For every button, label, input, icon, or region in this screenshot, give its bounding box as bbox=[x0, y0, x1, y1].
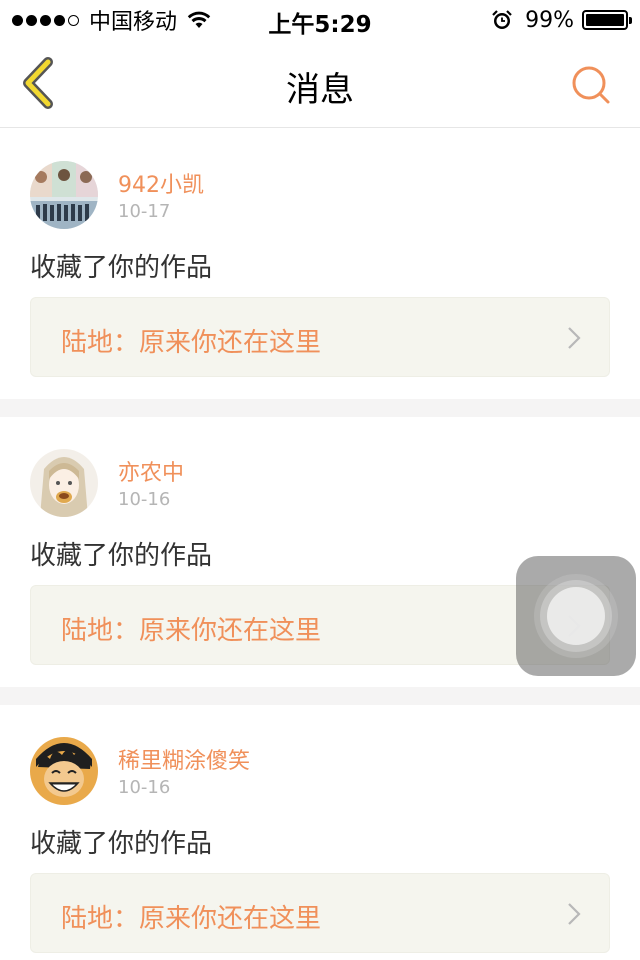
work-link[interactable]: 陆地：原来你还在这里 bbox=[30, 873, 610, 953]
message-action: 收藏了你的作品 bbox=[30, 253, 213, 283]
message-list: 942小凯 10-17 收藏了你的作品 陆地：原来你还在这里 亦农中 10-16… bbox=[0, 129, 640, 960]
separator bbox=[0, 399, 640, 417]
alarm-icon bbox=[492, 10, 512, 29]
work-link[interactable]: 陆地：原来你还在这里 bbox=[30, 297, 610, 377]
assistive-touch-ring-inner bbox=[547, 587, 605, 645]
search-icon[interactable] bbox=[570, 64, 612, 106]
message-date: 10-17 bbox=[118, 201, 171, 222]
message-date: 10-16 bbox=[118, 777, 171, 798]
work-title: 陆地：原来你还在这里 bbox=[61, 904, 322, 934]
username[interactable]: 稀里糊涂傻笑 bbox=[118, 743, 250, 775]
message-date: 10-16 bbox=[118, 489, 171, 510]
battery-percent: 99% bbox=[525, 7, 574, 33]
assistive-touch-button[interactable] bbox=[516, 556, 636, 676]
avatar[interactable] bbox=[30, 449, 98, 517]
avatar-image bbox=[30, 161, 98, 229]
message-action: 收藏了你的作品 bbox=[30, 829, 213, 859]
avatar[interactable] bbox=[30, 737, 98, 805]
separator bbox=[0, 687, 640, 705]
message-card: 稀里糊涂傻笑 10-16 收藏了你的作品 陆地：原来你还在这里 bbox=[0, 705, 640, 960]
nav-bar: 消息 bbox=[0, 40, 640, 128]
status-right: 99% bbox=[491, 6, 632, 34]
avatar-image bbox=[30, 449, 98, 517]
work-title: 陆地：原来你还在这里 bbox=[61, 328, 322, 358]
avatar-image bbox=[30, 737, 98, 805]
status-bar: 中国移动 上午5:29 99% bbox=[0, 0, 640, 40]
username[interactable]: 942小凯 bbox=[118, 167, 204, 199]
chevron-right-icon bbox=[568, 903, 581, 925]
battery-icon bbox=[582, 10, 632, 30]
chevron-right-icon bbox=[568, 327, 581, 349]
avatar[interactable] bbox=[30, 161, 98, 229]
message-card: 942小凯 10-17 收藏了你的作品 陆地：原来你还在这里 bbox=[0, 129, 640, 399]
message-action: 收藏了你的作品 bbox=[30, 541, 213, 571]
username[interactable]: 亦农中 bbox=[118, 455, 184, 487]
work-title: 陆地：原来你还在这里 bbox=[61, 616, 322, 646]
battery-fill bbox=[586, 14, 624, 26]
page-title: 消息 bbox=[286, 70, 354, 110]
